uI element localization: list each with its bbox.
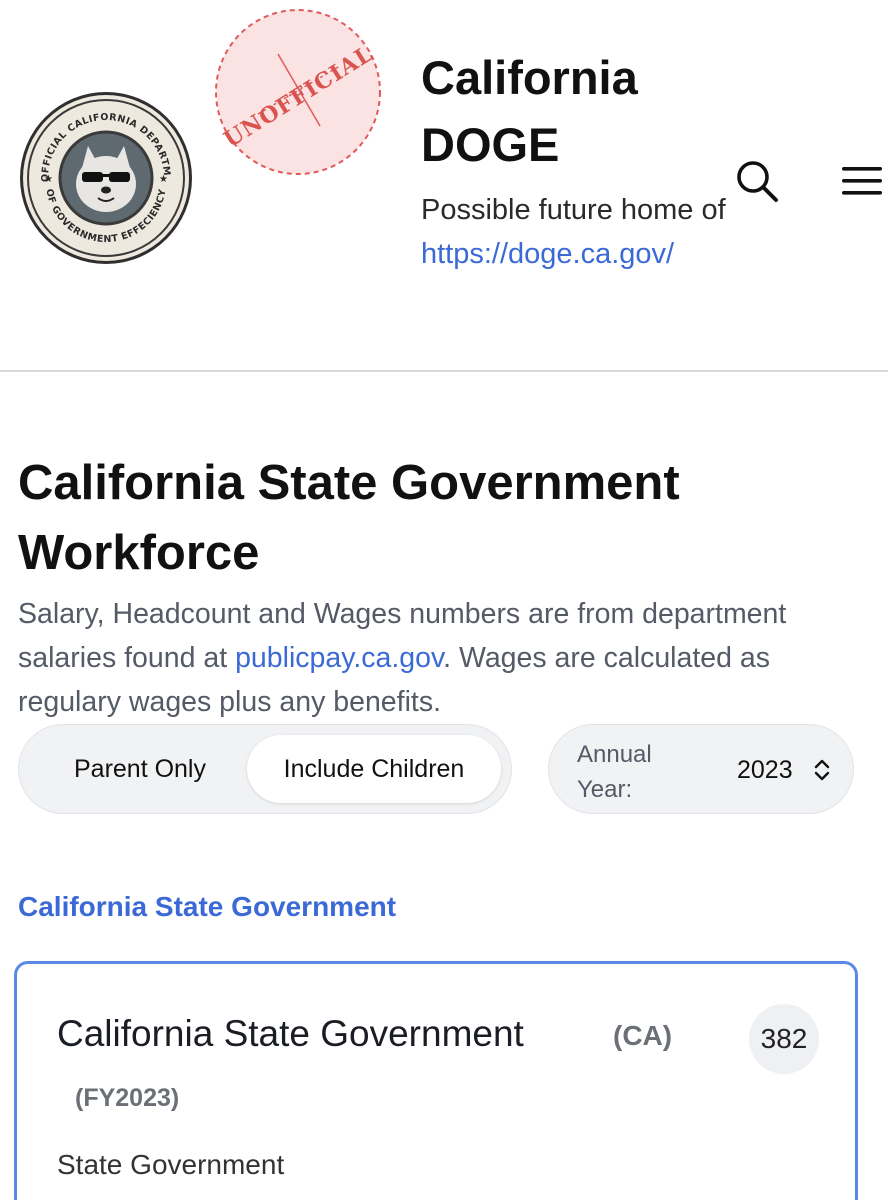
search-button[interactable]: [730, 154, 784, 208]
card-count-badge: 382: [749, 1004, 819, 1074]
year-value: 2023: [737, 756, 793, 784]
header-divider: [0, 370, 888, 372]
publicpay-link[interactable]: publicpay.ca.gov: [235, 642, 443, 674]
svg-text:★: ★: [44, 174, 53, 185]
chevron-up-down-icon: [814, 759, 830, 781]
page-description: Salary, Headcount and Wages numbers are …: [18, 592, 878, 724]
tagline-text: Possible future home of: [421, 194, 726, 226]
hamburger-menu-icon: [842, 167, 882, 195]
site-logo[interactable]: UNOFFICIAL CALIFORNIA DEPARTMENT OF GOVE…: [14, 82, 194, 266]
hierarchy-segmented-control: Parent Only Include Children: [18, 724, 512, 814]
unofficial-stamp: UNOFFICIAL: [212, 6, 384, 178]
department-card[interactable]: California State Government (CA) (FY2023…: [14, 961, 858, 1200]
menu-button[interactable]: [836, 154, 888, 208]
card-department-name: California State Government: [57, 1013, 524, 1054]
card-department-type: State Government: [57, 1149, 285, 1180]
site-title[interactable]: California DOGE: [421, 44, 711, 178]
site-header: UNOFFICIAL CALIFORNIA DEPARTMENT OF GOVE…: [0, 0, 888, 372]
svg-text:★: ★: [159, 174, 168, 185]
breadcrumb[interactable]: California State Government: [18, 888, 396, 926]
tagline-link[interactable]: https://doge.ca.gov/: [421, 238, 674, 270]
card-fiscal-year: (FY2023): [75, 1084, 180, 1112]
page-title: California State Government Workforce: [18, 456, 680, 580]
card-department-code: (CA): [613, 1020, 673, 1051]
year-label: Annual Year:: [577, 741, 652, 803]
year-select[interactable]: Annual Year: 2023: [548, 724, 854, 814]
site-tagline: Possible future home of https://doge.ca.…: [421, 188, 741, 276]
segment-include-children[interactable]: Include Children: [247, 735, 501, 803]
search-icon: [737, 161, 778, 202]
segment-parent-only[interactable]: Parent Only: [31, 735, 249, 803]
